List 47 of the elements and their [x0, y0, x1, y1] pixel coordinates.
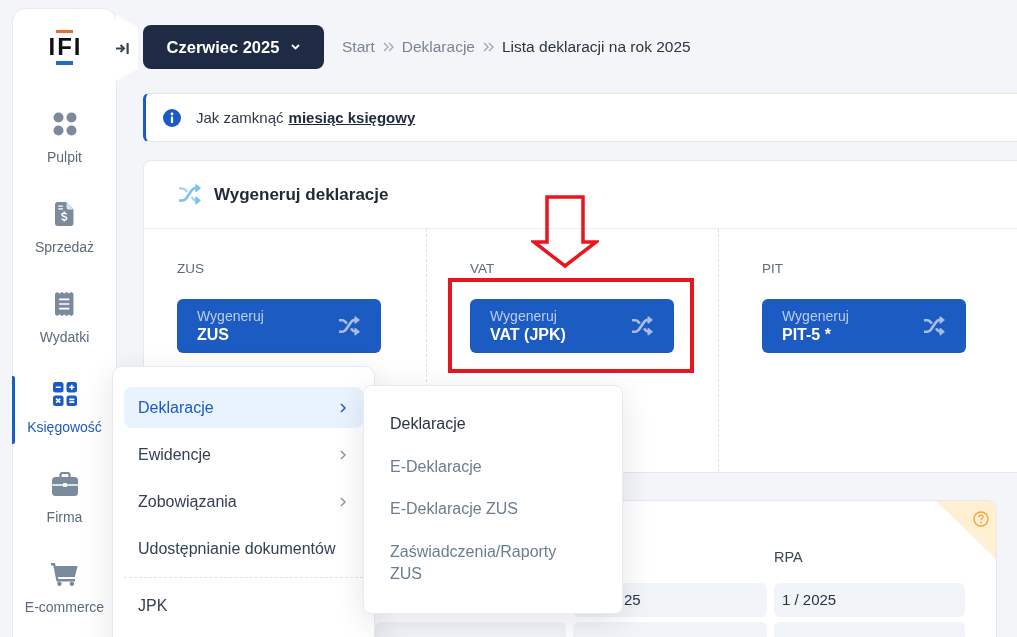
double-chevron-icon — [482, 42, 494, 52]
submenu-item[interactable]: E-Deklaracje — [390, 445, 580, 488]
help-icon — [973, 511, 989, 527]
month-button[interactable]: Czerwiec 2025 — [143, 25, 324, 69]
receipt-icon — [55, 292, 74, 316]
shuffle-icon — [923, 316, 946, 336]
breadcrumb-link[interactable]: Start — [342, 38, 375, 56]
info-text: Jak zamknąć miesiąc księgowy — [196, 109, 416, 126]
logo: IFI — [46, 30, 83, 65]
chevron-right-icon — [340, 496, 346, 507]
breadcrumb-link[interactable]: Deklaracje — [401, 38, 475, 56]
collapse-icon — [115, 42, 129, 54]
generate-button[interactable]: Wygeneruj VAT (JPK) — [470, 299, 674, 353]
menu-item[interactable]: Udostępnianie dokumentów — [124, 528, 363, 569]
nav-item[interactable]: Wydatki — [13, 282, 116, 372]
menu-item[interactable]: Ewidencje — [124, 434, 363, 475]
submenu-item[interactable]: E-Deklaracje ZUS — [390, 488, 580, 531]
cart-icon — [51, 562, 78, 586]
menu-item[interactable]: Deklaracje — [124, 387, 363, 428]
double-chevron-icon — [382, 42, 394, 52]
nav-item[interactable]: E-commerce — [13, 552, 116, 637]
briefcase-icon — [51, 472, 78, 496]
menu-item[interactable]: Zobowiązania — [124, 481, 363, 522]
document-dollar-icon — [55, 202, 74, 226]
chevron-down-icon — [291, 44, 301, 50]
breadcrumb-current: Lista deklaracji na rok 2025 — [501, 38, 691, 56]
active-indicator — [12, 376, 15, 444]
calculator-icon — [52, 382, 77, 406]
column-label: VAT — [470, 261, 495, 277]
nav-item[interactable]: Pulpit — [13, 102, 116, 192]
four-dots-icon — [52, 112, 77, 136]
table-cell: 1 / 2025 — [774, 583, 965, 617]
submenu-item[interactable]: Deklaracje — [390, 403, 580, 446]
shuffle-icon — [631, 316, 654, 336]
card-title: Wygeneruj deklaracje — [214, 184, 389, 205]
chevron-right-icon — [340, 449, 346, 460]
column-label: ZUS — [177, 261, 204, 277]
column-label: PIT — [762, 261, 783, 277]
generate-button[interactable]: Wygeneruj PIT-5 * — [762, 299, 966, 353]
shuffle-icon — [178, 184, 202, 205]
generate-button[interactable]: Wygeneruj ZUS — [177, 299, 381, 353]
info-icon — [163, 108, 181, 127]
nav-item[interactable]: Sprzedaż — [13, 192, 116, 282]
chevron-right-icon — [340, 402, 346, 413]
shuffle-icon — [338, 316, 361, 336]
column-header: RPA — [774, 548, 803, 566]
info-link[interactable]: miesiąc księgowy — [288, 109, 416, 126]
